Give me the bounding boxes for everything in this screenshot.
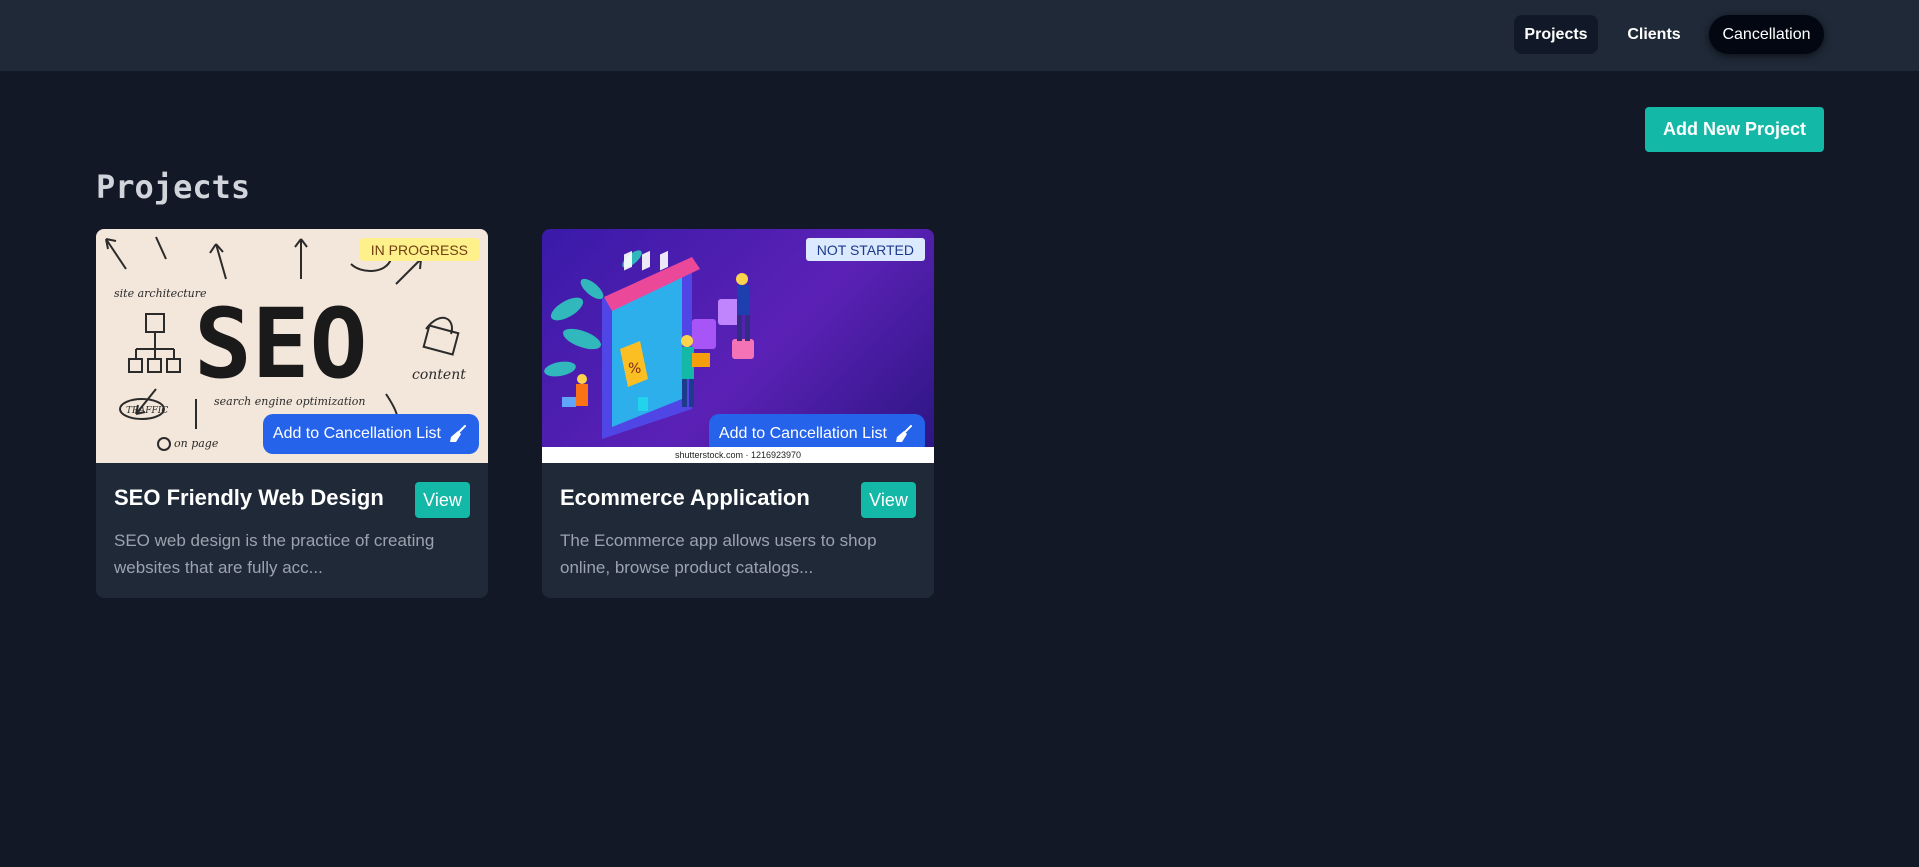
view-button[interactable]: View [861, 482, 916, 518]
top-navbar: Projects Clients Cancellation [0, 0, 1919, 71]
seo-big-text: SEO [194, 288, 367, 400]
broom-icon [896, 425, 912, 442]
view-button[interactable]: View [415, 482, 470, 518]
add-new-project-button[interactable]: Add New Project [1645, 107, 1824, 152]
seo-word-3: TRAFFIC [126, 406, 168, 416]
project-card: SEO site architecture content TRAFFIC se… [96, 229, 488, 598]
project-card: % NOT STARTED Add to Cancellation List s… [542, 229, 934, 598]
nav-projects-button[interactable]: Projects [1514, 15, 1598, 54]
nav-clients-button[interactable]: Clients [1614, 15, 1694, 54]
broom-icon [450, 425, 466, 442]
project-image-ecommerce: % NOT STARTED Add to Cancellation List s… [542, 229, 934, 463]
nav-cancellation-button[interactable]: Cancellation [1709, 15, 1824, 54]
status-badge: NOT STARTED [805, 238, 925, 261]
image-watermark: shutterstock.com · 1216923970 [542, 447, 934, 463]
seo-word-2: content [412, 367, 466, 383]
status-badge: IN PROGRESS [359, 238, 479, 261]
add-to-cancellation-button[interactable]: Add to Cancellation List [262, 414, 479, 454]
seo-word-1: site architecture [114, 287, 207, 300]
cancel-button-label: Add to Cancellation List [272, 425, 441, 442]
project-image-seo: SEO site architecture content TRAFFIC se… [96, 229, 488, 463]
page-title: Projects [96, 168, 251, 206]
project-title: SEO Friendly Web Design [114, 485, 384, 510]
seo-word-5: on page [174, 437, 219, 450]
cancel-button-label: Add to Cancellation List [718, 425, 887, 442]
project-title: Ecommerce Application [560, 485, 810, 510]
seo-word-4: search engine optimization [214, 395, 366, 408]
svg-text:%: % [628, 361, 641, 377]
project-description: SEO web design is the practice of creati… [114, 531, 435, 577]
project-description: The Ecommerce app allows users to shop o… [560, 531, 877, 577]
